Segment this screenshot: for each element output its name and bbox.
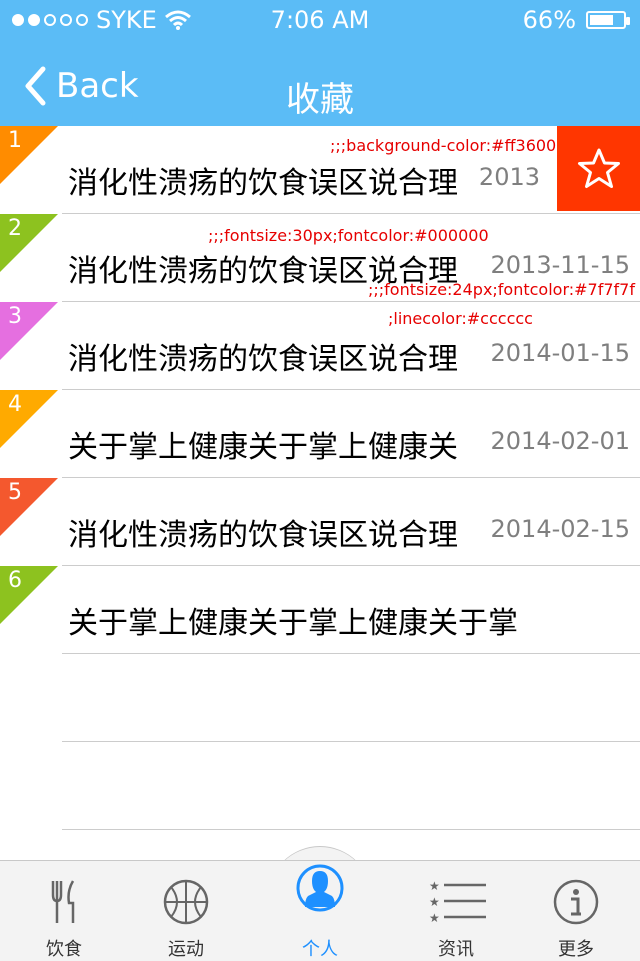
item-number: 2 (8, 216, 22, 241)
item-title: 关于掌上健康关于掌上健康关于掌 (68, 606, 518, 641)
annotation-background-color: ;;;background-color:#ff3600 (330, 136, 557, 155)
tab-label: 资讯 (438, 939, 474, 960)
item-title: 消化性溃疡的饮食误区说合理 (68, 518, 458, 553)
navigation-bar: Back 收藏 (0, 40, 640, 126)
info-icon (553, 879, 599, 925)
annotation-title-font: ;;;fontsize:30px;fontcolor:#000000 (208, 226, 489, 245)
battery-percent: 66% (522, 6, 576, 34)
tab-sport[interactable]: 运动 (122, 861, 250, 961)
svg-text:★: ★ (429, 895, 440, 909)
list-item[interactable]: 5 消化性溃疡的饮食误区说合理 2014-02-15 (0, 478, 640, 566)
ball-icon (163, 879, 209, 925)
empty-row (0, 654, 640, 742)
item-title: 消化性溃疡的饮食误区说合理 (68, 166, 458, 201)
header: SYKE 7:06 AM 66% Back 收藏 (0, 0, 640, 126)
person-icon (296, 864, 344, 912)
tab-label: 运动 (168, 939, 204, 960)
item-number: 6 (8, 568, 22, 593)
item-date: 2014-02-15 (490, 515, 630, 543)
battery-icon (586, 11, 630, 29)
tab-more[interactable]: 更多 (512, 861, 640, 961)
tab-news[interactable]: ★ ★ ★ 资讯 (392, 861, 520, 961)
item-date: 2013-11-15 (490, 251, 630, 279)
tab-label: 个人 (302, 939, 338, 960)
item-title: 消化性溃疡的饮食误区说合理 (68, 342, 458, 377)
status-bar: SYKE 7:06 AM 66% (0, 0, 640, 40)
fork-knife-icon (51, 880, 75, 923)
svg-text:★: ★ (429, 911, 440, 925)
list-icon: ★ ★ ★ (429, 879, 486, 925)
list-item[interactable]: 4 关于掌上健康关于掌上健康关 2014-02-01 (0, 390, 640, 478)
item-date: 2014-02-01 (490, 427, 630, 455)
svg-text:★: ★ (429, 879, 440, 893)
item-title: 关于掌上健康关于掌上健康关 (68, 430, 458, 465)
item-number: 3 (8, 304, 22, 329)
item-date: 2014-01-15 (490, 339, 630, 367)
item-date: 2013 (478, 163, 540, 191)
item-number: 1 (8, 128, 22, 153)
star-icon (577, 148, 620, 188)
tab-diet[interactable]: 饮食 (0, 861, 128, 961)
item-number: 5 (8, 480, 22, 505)
favorite-star-button[interactable] (557, 126, 640, 211)
empty-row (0, 742, 640, 830)
annotation-line-color: ;linecolor:#cccccc (388, 309, 533, 328)
list-item[interactable]: 6 关于掌上健康关于掌上健康关于掌 (0, 566, 640, 654)
item-number: 4 (8, 392, 22, 417)
tab-bar: 饮食 运动 个人 ★ ★ ★ 资讯 更多 (0, 860, 640, 961)
list-item[interactable]: 3 消化性溃疡的饮食误区说合理 2014-01-15 (0, 302, 640, 390)
tab-label: 更多 (558, 939, 594, 960)
page-title: 收藏 (286, 80, 354, 120)
tab-label: 饮食 (46, 939, 82, 960)
tab-personal[interactable]: 个人 (256, 861, 384, 961)
annotation-date-font: ;;;fontsize:24px;fontcolor:#7f7f7f (368, 280, 635, 299)
